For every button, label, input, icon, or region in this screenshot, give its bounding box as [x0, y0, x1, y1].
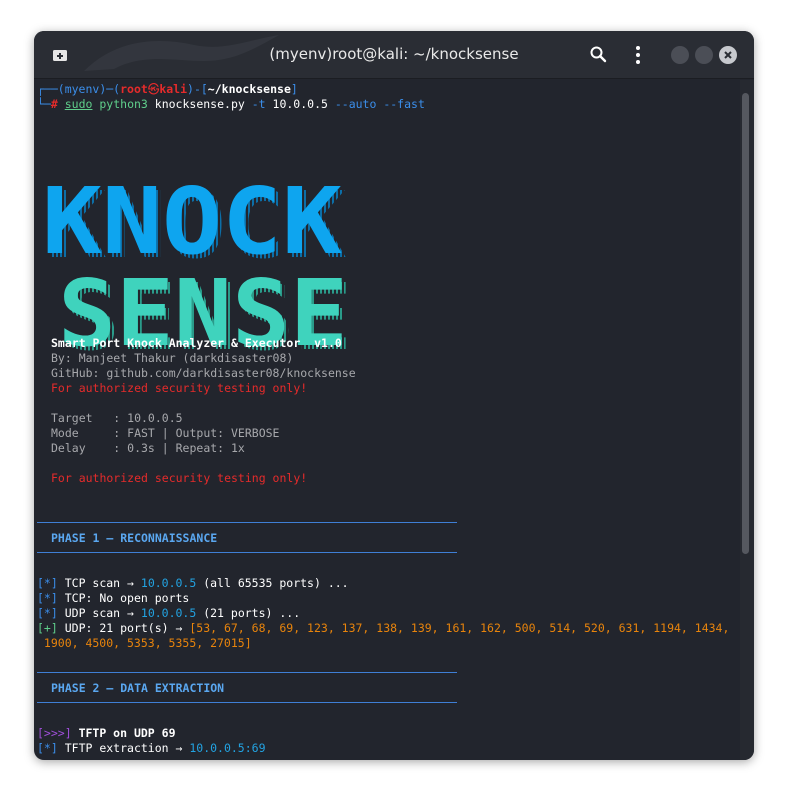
prompt-line: ┌──(myenv)─(root㉿kali)-[~/knocksense]: [37, 82, 298, 96]
udp-scan-ip: 10.0.0.5: [140, 606, 197, 620]
prompt-at: ㉿: [147, 82, 160, 96]
phase2-title: PHASE 2 — DATA EXTRACTION: [51, 681, 225, 695]
prompt-path: ~/knocksense: [207, 82, 291, 96]
title-bar[interactable]: (myenv)root@kali: ~/knocksense: [34, 31, 754, 79]
cmd-python: python3: [99, 97, 148, 111]
terminal-output[interactable]: ┌──(myenv)─(root㉿kali)-[~/knocksense] └─…: [34, 80, 740, 760]
tftp-header-line: [>>>] TFTP on UDP 69: [37, 726, 176, 741]
tftp-ext-target: 10.0.0.5:69: [189, 741, 266, 755]
udp-result-tag: [+]: [37, 621, 58, 635]
terminal-window: (myenv)root@kali: ~/knocksense ┌──(myenv…: [34, 31, 754, 760]
prompt-host: kali: [159, 82, 188, 96]
udp-scan-post: (21 ports) ...: [196, 606, 301, 620]
udp-result-pre: UDP: 21 port(s) →: [64, 621, 190, 635]
phase1-rule-bottom: [37, 552, 457, 553]
tcp-scan-line: [*] TCP scan → 10.0.0.5 (all 65535 ports…: [37, 576, 349, 591]
config-target: Target : 10.0.0.5: [51, 411, 183, 425]
knocksense-logo: KNOCK KNOCK SENSE SENSE: [42, 168, 352, 357]
udp-ports-list: [53, 67, 68, 69, 123, 137, 138, 139, 161…: [189, 621, 730, 635]
logo-knock: KNOCK: [42, 168, 343, 275]
tcp-result-line: [*] TCP: No open ports: [37, 591, 189, 606]
banner-warning: For authorized security testing only!: [51, 381, 308, 395]
maximize-icon[interactable]: [695, 46, 713, 64]
command-line: └─# sudo python3 knocksense.py -t 10.0.0…: [37, 97, 425, 111]
tcp-scan-pre: TCP scan →: [64, 576, 141, 590]
phase2-rule-top: [37, 672, 457, 673]
kebab-menu-icon[interactable]: [630, 45, 646, 65]
tcp-scan-tag: [*]: [37, 576, 58, 590]
window-title: (myenv)root@kali: ~/knocksense: [269, 45, 519, 63]
udp-scan-pre: UDP scan →: [64, 606, 141, 620]
cmd-script: knocksense.py: [154, 97, 245, 111]
udp-ports-list-cont: 1900, 4500, 5353, 5355, 27015]: [37, 636, 252, 650]
phase1-title: PHASE 1 — RECONNAISSANCE: [51, 531, 218, 545]
config-warning: For authorized security testing only!: [51, 471, 308, 485]
tcp-scan-ip: 10.0.0.5: [140, 576, 197, 590]
prompt-hash: #: [50, 97, 58, 111]
tftp-ext-tag: [*]: [37, 741, 58, 755]
tcp-result: TCP: No open ports: [64, 591, 190, 605]
tftp-ext-pre: TFTP extraction →: [64, 741, 190, 755]
close-icon[interactable]: [719, 46, 737, 64]
cmd-target: 10.0.0.5: [272, 97, 328, 111]
prompt-env: (myenv): [57, 82, 107, 96]
cmd-args-mode: --auto --fast: [334, 97, 425, 111]
scrollbar-thumb[interactable]: [742, 93, 749, 554]
udp-scan-line: [*] UDP scan → 10.0.0.5 (21 ports) ...: [37, 606, 300, 621]
udp-scan-tag: [*]: [37, 606, 58, 620]
tftp-label: TFTP on UDP 69: [78, 726, 176, 740]
banner-author: By: Manjeet Thakur (darkdisaster08): [51, 351, 294, 365]
minimize-icon[interactable]: [671, 46, 689, 64]
banner-subtitle: Smart Port Knock Analyzer & Executor v1.…: [51, 336, 342, 350]
cmd-sudo: sudo: [64, 97, 93, 111]
udp-result-line: [+] UDP: 21 port(s) → [53, 67, 68, 69, 1…: [37, 621, 729, 636]
tftp-extraction-line: [*] TFTP extraction → 10.0.0.5:69: [37, 741, 266, 756]
phase2-rule-bottom: [37, 702, 457, 703]
banner-github: GitHub: github.com/darkdisaster08/knocks…: [51, 366, 356, 380]
prompt-user: root: [120, 82, 148, 96]
cmd-args-target-flag: -t: [251, 97, 266, 111]
tcp-scan-post: (all 65535 ports) ...: [196, 576, 349, 590]
tcp-result-tag: [*]: [37, 591, 58, 605]
config-mode: Mode : FAST | Output: VERBOSE: [51, 426, 280, 440]
tftp-tag: [>>>]: [37, 726, 72, 740]
search-icon[interactable]: [589, 45, 609, 65]
config-delay: Delay : 0.3s | Repeat: 1x: [51, 441, 245, 455]
phase1-rule-top: [37, 522, 457, 523]
